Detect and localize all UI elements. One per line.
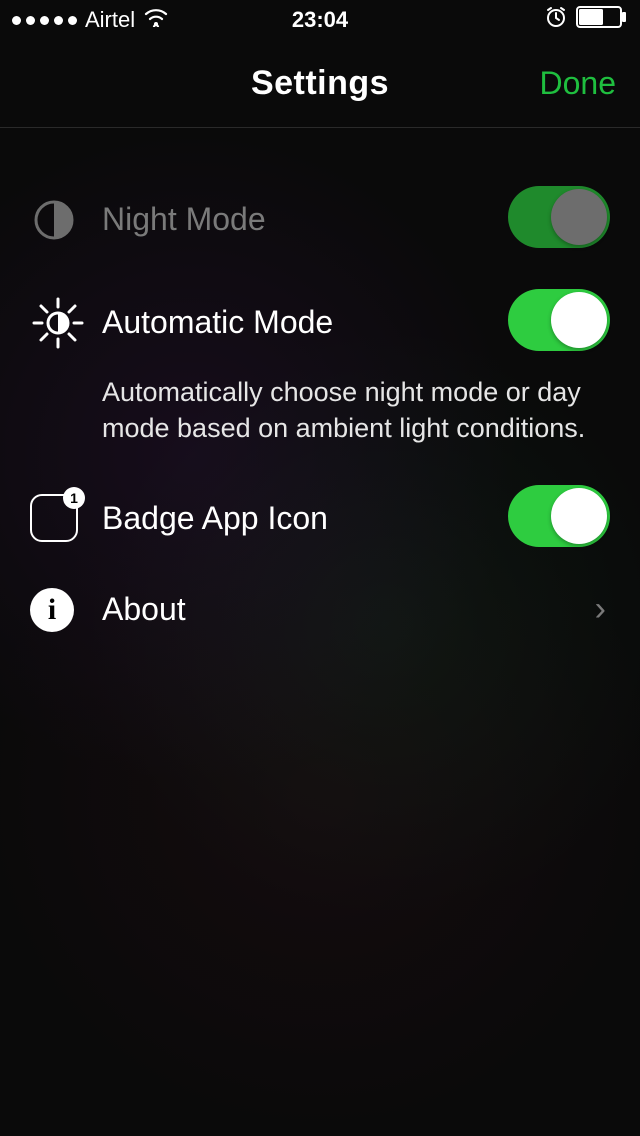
night-mode-toggle[interactable] xyxy=(508,186,610,248)
badge-app-icon-label: Badge App Icon xyxy=(102,500,508,537)
status-left: Airtel xyxy=(12,7,169,33)
badge-app-icon-toggle[interactable] xyxy=(508,485,610,547)
chevron-right-icon: › xyxy=(595,590,610,629)
page-title: Settings xyxy=(251,64,389,103)
night-mode-icon xyxy=(30,196,102,244)
automatic-mode-description: Automatically choose night mode or day m… xyxy=(0,374,640,467)
badge-icon: 1 xyxy=(30,494,102,542)
row-about[interactable]: i About › xyxy=(0,570,640,650)
row-automatic-mode: Automatic Mode xyxy=(0,271,640,374)
automatic-mode-label: Automatic Mode xyxy=(102,304,508,341)
status-right xyxy=(544,5,628,35)
row-badge-app-icon: 1 Badge App Icon xyxy=(0,467,640,570)
wifi-icon xyxy=(143,7,169,33)
about-label: About xyxy=(102,591,595,628)
row-night-mode: Night Mode xyxy=(0,168,640,271)
settings-list: Night Mode Automatic Mode Automatically … xyxy=(0,128,640,650)
night-mode-label: Night Mode xyxy=(102,201,508,238)
alarm-icon xyxy=(544,5,568,35)
status-bar: Airtel 23:04 xyxy=(0,0,640,40)
info-icon: i xyxy=(30,588,102,632)
badge-count: 1 xyxy=(63,487,85,509)
battery-icon xyxy=(576,6,628,34)
carrier-label: Airtel xyxy=(85,7,135,33)
automatic-mode-toggle[interactable] xyxy=(508,289,610,351)
nav-bar: Settings Done xyxy=(0,40,640,128)
status-time: 23:04 xyxy=(292,7,348,33)
done-button[interactable]: Done xyxy=(540,65,617,102)
brightness-icon xyxy=(30,295,102,351)
signal-dots-icon xyxy=(12,16,77,25)
